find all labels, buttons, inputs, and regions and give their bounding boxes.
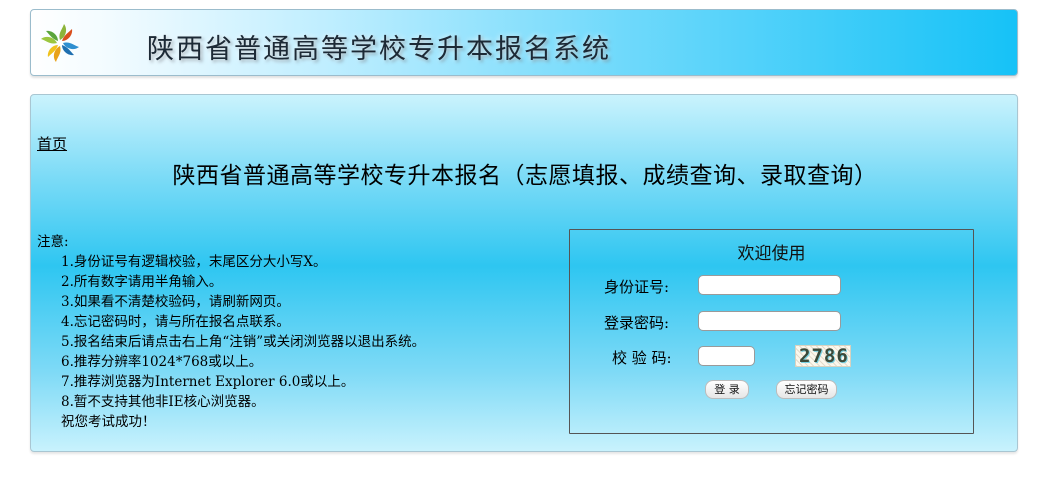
notice-list: 1.身份证号有逻辑校验，末尾区分大小写X。 2.所有数字请用半角输入。 3.如果… [37,252,425,432]
notice-label: 注意: [37,234,69,250]
id-number-label: 身份证号: [604,278,670,296]
login-heading: 欢迎使用 [737,244,806,264]
main-panel: 首页 陕西省普通高等学校专升本报名（志愿填报、成绩查询、录取查询） 注意: 1.… [30,94,1018,452]
notice-item: 2.所有数字请用半角输入。 [61,274,223,290]
notice-item: 1.身份证号有逻辑校验，末尾区分大小写X。 [61,254,327,270]
captcha-code: 2786 [799,345,849,367]
notice-item: 8.暂不支持其他非IE核心浏览器。 [61,394,265,410]
notice-item: 祝您考试成功！ [61,414,156,430]
header-banner: 陕西省普通高等学校专升本报名系统 [30,9,1018,76]
captcha-image[interactable]: 2786 [795,345,851,367]
system-title: 陕西省普通高等学校专升本报名系统 [147,34,611,65]
notice-section: 注意: 1.身份证号有逻辑校验，末尾区分大小写X。 2.所有数字请用半角输入。 … [37,232,425,432]
notice-item: 3.如果看不清楚校验码，请刷新网页。 [61,294,290,310]
captcha-label: 校 验 码: [612,349,672,367]
login-button[interactable]: 登 录 [705,380,749,399]
notice-item: 4.忘记密码时，请与所在报名点联系。 [61,314,290,330]
id-number-input[interactable] [698,275,841,295]
home-link[interactable]: 首页 [37,133,67,154]
captcha-input[interactable] [698,346,755,366]
forgot-password-button[interactable]: 忘记密码 [776,380,837,399]
notice-item: 5.报名结束后请点击右上角“注销”或关闭浏览器以退出系统。 [61,334,426,350]
login-box: 欢迎使用 身份证号: 登录密码: 校 验 码: 2786 登 录 忘记密码 [569,229,974,434]
password-label: 登录密码: [604,314,670,332]
notice-item: 6.推荐分辨率1024*768或以上。 [61,354,263,370]
password-input[interactable] [698,311,841,331]
page-title: 陕西省普通高等学校专升本报名（志愿填报、成绩查询、录取查询） [172,163,878,189]
pinwheel-logo-icon [41,24,79,62]
notice-item: 7.推荐浏览器为Internet Explorer 6.0或以上。 [61,374,355,390]
